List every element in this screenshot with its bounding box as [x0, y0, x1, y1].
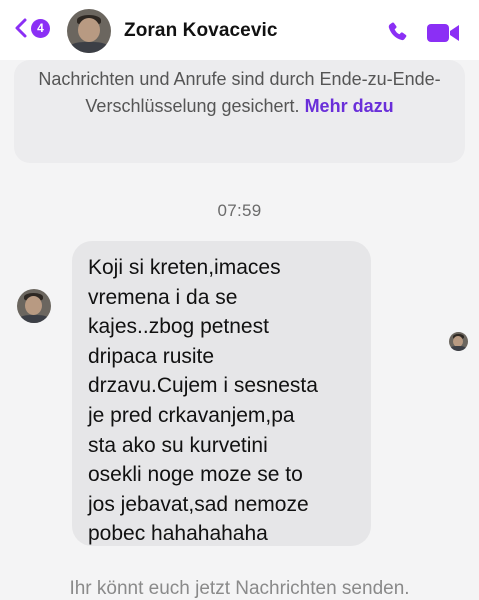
sender-avatar[interactable]: [17, 289, 51, 323]
message-timestamp: 07:59: [217, 201, 262, 220]
avatar-shirt: [450, 346, 466, 351]
back-button[interactable]: 4: [14, 17, 50, 39]
avatar-shirt: [69, 42, 109, 53]
message-bubble[interactable]: Koji si kreten,imaces vremena i da se ka…: [72, 241, 371, 546]
video-camera-icon[interactable]: [426, 22, 460, 44]
chat-status-note: Ihr könnt euch jetzt Nachrichten senden.: [69, 578, 410, 599]
learn-more-link[interactable]: Mehr dazu: [305, 96, 394, 116]
contact-name[interactable]: Zoran Kovacevic: [124, 20, 278, 42]
chevron-left-icon: [15, 18, 27, 38]
phone-icon[interactable]: [385, 20, 411, 46]
chat-header: 4 Zoran Kovacevic: [0, 0, 479, 60]
avatar-face: [25, 296, 42, 315]
avatar-shirt: [19, 315, 49, 323]
avatar-face: [78, 18, 100, 42]
unread-count-badge: 4: [31, 18, 50, 38]
encryption-notice: Nachrichten und Anrufe sind durch Ende-z…: [14, 60, 465, 163]
contact-avatar[interactable]: [67, 9, 111, 53]
read-receipt-avatar: [449, 332, 468, 351]
